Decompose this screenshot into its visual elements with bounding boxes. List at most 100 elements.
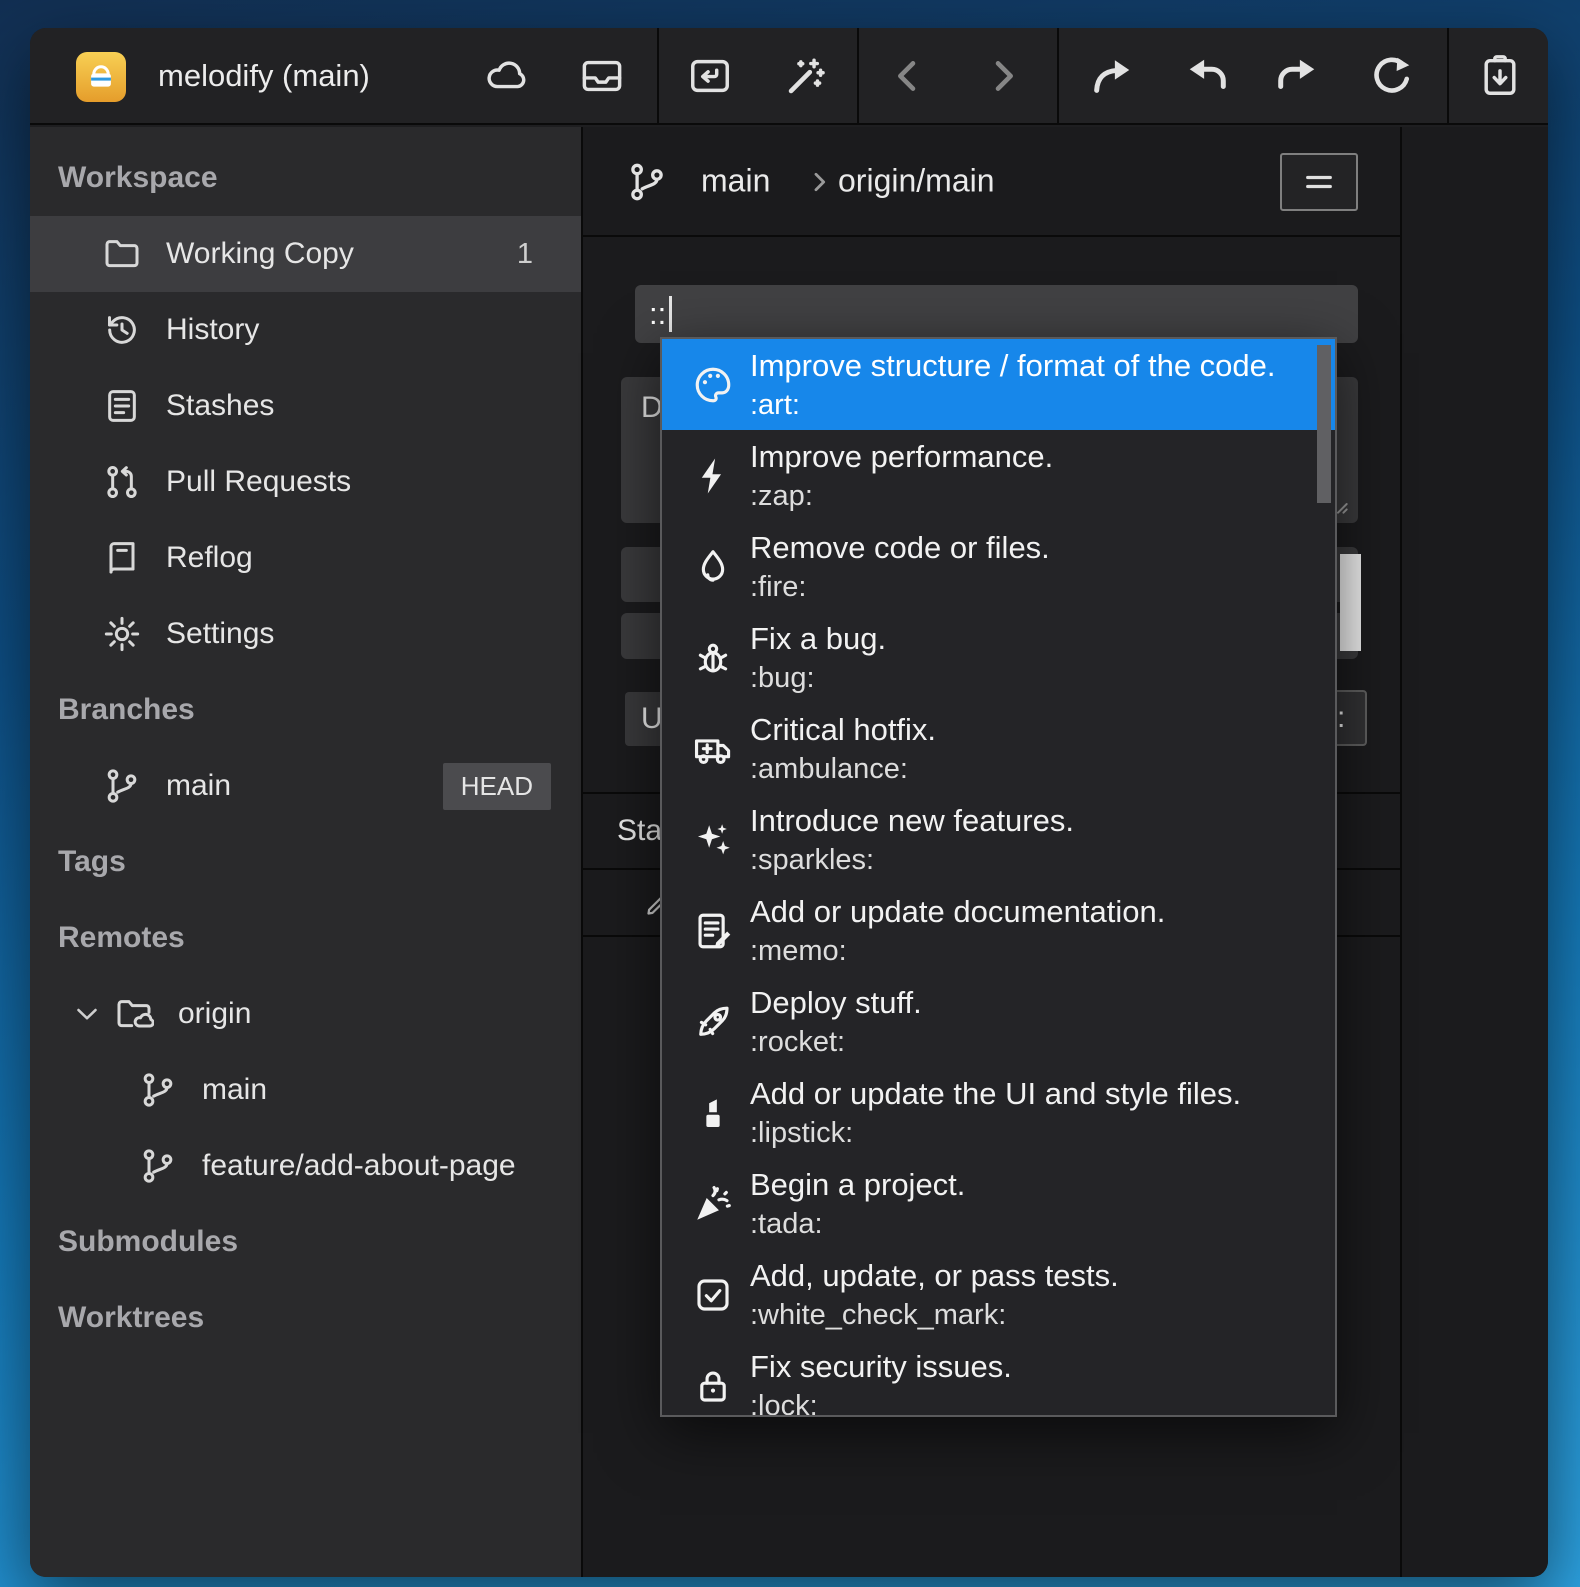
dropdown-item-label: Remove code or files.	[750, 527, 1050, 568]
dropdown-item-label: Add or update the UI and style files.	[750, 1073, 1241, 1114]
remote-folder-icon	[114, 994, 154, 1034]
back-icon[interactable]	[885, 53, 931, 99]
section-header-label: Remotes	[58, 921, 185, 955]
dropdown-item-lock[interactable]: Fix security issues.:lock:	[662, 1340, 1335, 1417]
titlebar[interactable]: melodify (main)	[30, 28, 1548, 125]
gear-icon	[102, 614, 142, 654]
cloud-icon[interactable]	[484, 53, 530, 99]
magic-wand-icon[interactable]	[783, 53, 829, 99]
sidebar-item-origin[interactable]: origin	[30, 976, 581, 1052]
desktop-background: melodify (main) Workspace Working Copy 1	[0, 0, 1580, 1587]
toolbar-separator	[657, 28, 659, 123]
branch-icon	[625, 160, 669, 204]
archive-drawer-icon[interactable]	[579, 53, 625, 99]
app-logo-icon	[76, 52, 126, 102]
sidebar-section-branches: Branches	[30, 672, 581, 748]
dropdown-item-rocket[interactable]: Deploy stuff.:rocket:	[662, 976, 1335, 1067]
sidebar-item-label: History	[166, 313, 259, 347]
commit-summary-input[interactable]: ::	[635, 285, 1358, 343]
sidebar-item-label: main	[202, 1073, 267, 1107]
app-window: melodify (main) Workspace Working Copy 1	[30, 28, 1548, 1577]
dropdown-item-code: :bug:	[750, 659, 886, 697]
clipboard-download-icon[interactable]	[1477, 53, 1523, 99]
sync-icon[interactable]	[1369, 53, 1415, 99]
sidebar-section-tags: Tags	[30, 824, 581, 900]
bug-icon	[692, 637, 734, 679]
dropdown-item-fire[interactable]: Remove code or files.:fire:	[662, 521, 1335, 612]
dropdown-item-code: :lipstick:	[750, 1114, 1241, 1152]
sidebar-item-label: origin	[178, 997, 251, 1031]
dropdown-scrollbar-thumb[interactable]	[1317, 345, 1331, 503]
commit-options-label: :	[1337, 701, 1345, 735]
dropdown-item-sparkles[interactable]: Introduce new features.:sparkles:	[662, 794, 1335, 885]
sidebar-item-branch-main[interactable]: main HEAD	[30, 748, 581, 824]
art-palette-icon	[692, 364, 734, 406]
dropdown-item-label: Add, update, or pass tests.	[750, 1255, 1119, 1296]
dropdown-item-label: Critical hotfix.	[750, 709, 936, 750]
sidebar-section-remotes: Remotes	[30, 900, 581, 976]
toolbar-separator	[1057, 28, 1059, 123]
lock-icon	[692, 1365, 734, 1407]
sidebar-item-stashes[interactable]: Stashes	[30, 368, 581, 444]
dropdown-item-check[interactable]: Add, update, or pass tests.:white_check_…	[662, 1249, 1335, 1340]
sidebar-item-label: main	[166, 769, 231, 803]
memo-icon	[692, 910, 734, 952]
commit-menu-button[interactable]	[1280, 153, 1358, 211]
current-branch[interactable]: main	[701, 163, 770, 200]
section-header-label: Tags	[58, 845, 126, 879]
dropdown-item-label: Deploy stuff.	[750, 982, 922, 1023]
push-share-icon[interactable]	[1089, 53, 1135, 99]
dropdown-item-code: :sparkles:	[750, 841, 1074, 879]
sidebar-item-origin-feature[interactable]: feature/add-about-page	[30, 1128, 581, 1204]
dropdown-item-ambulance[interactable]: Critical hotfix.:ambulance:	[662, 703, 1335, 794]
upstream-branch[interactable]: origin/main	[838, 163, 995, 200]
rocket-icon	[692, 1001, 734, 1043]
dropdown-item-code: :ambulance:	[750, 750, 936, 788]
change-count-badge: 1	[517, 238, 533, 271]
zap-icon	[692, 455, 734, 497]
dropdown-item-label: Improve structure / format of the code.	[750, 345, 1276, 386]
folder-icon	[102, 234, 142, 274]
dropdown-item-lipstick[interactable]: Add or update the UI and style files.:li…	[662, 1067, 1335, 1158]
sidebar-section-worktrees: Worktrees	[30, 1280, 581, 1356]
lipstick-icon	[692, 1092, 734, 1134]
toolbar-separator	[1447, 28, 1449, 123]
branch-icon	[102, 766, 142, 806]
section-header-label: Branches	[58, 693, 195, 727]
dropdown-item-code: :tada:	[750, 1205, 965, 1243]
sidebar-item-history[interactable]: History	[30, 292, 581, 368]
dropdown-item-code: :memo:	[750, 932, 1165, 970]
chevron-down-icon[interactable]	[70, 997, 104, 1031]
dropdown-item-memo[interactable]: Add or update documentation.:memo:	[662, 885, 1335, 976]
menu-icon	[1301, 164, 1337, 200]
staged-section-label: Sta	[617, 814, 662, 848]
sidebar-item-reflog[interactable]: Reflog	[30, 520, 581, 596]
sidebar-item-label: Settings	[166, 617, 274, 651]
dropdown-item-zap[interactable]: Improve performance.:zap:	[662, 430, 1335, 521]
sidebar-item-label: Pull Requests	[166, 465, 351, 499]
sidebar-item-label: Stashes	[166, 389, 274, 423]
stash-icon	[102, 386, 142, 426]
dropdown-item-label: Add or update documentation.	[750, 891, 1165, 932]
dropdown-item-bug[interactable]: Fix a bug.:bug:	[662, 612, 1335, 703]
dropdown-item-label: Improve performance.	[750, 436, 1053, 477]
toolbar-separator	[857, 28, 859, 123]
redo-icon[interactable]	[1274, 53, 1320, 99]
gitmoji-dropdown: Improve structure / format of the code.:…	[660, 337, 1337, 1417]
sidebar-item-label: feature/add-about-page	[202, 1149, 516, 1183]
sidebar-section-workspace: Workspace	[30, 140, 581, 216]
check-mark-icon	[692, 1274, 734, 1316]
history-icon	[102, 310, 142, 350]
undo-icon[interactable]	[1184, 53, 1230, 99]
sidebar-item-settings[interactable]: Settings	[30, 596, 581, 672]
sidebar-item-pull-requests[interactable]: Pull Requests	[30, 444, 581, 520]
open-return-icon[interactable]	[687, 53, 733, 99]
sidebar-item-origin-main[interactable]: main	[30, 1052, 581, 1128]
dropdown-item-code: :lock:	[750, 1387, 1012, 1417]
dropdown-item-tada[interactable]: Begin a project.:tada:	[662, 1158, 1335, 1249]
forward-icon[interactable]	[980, 53, 1026, 99]
sidebar-item-working-copy[interactable]: Working Copy 1	[30, 216, 581, 292]
dropdown-item-label: Introduce new features.	[750, 800, 1074, 841]
scrollbar-fragment[interactable]	[1340, 554, 1361, 651]
dropdown-item-art[interactable]: Improve structure / format of the code.:…	[662, 339, 1335, 430]
